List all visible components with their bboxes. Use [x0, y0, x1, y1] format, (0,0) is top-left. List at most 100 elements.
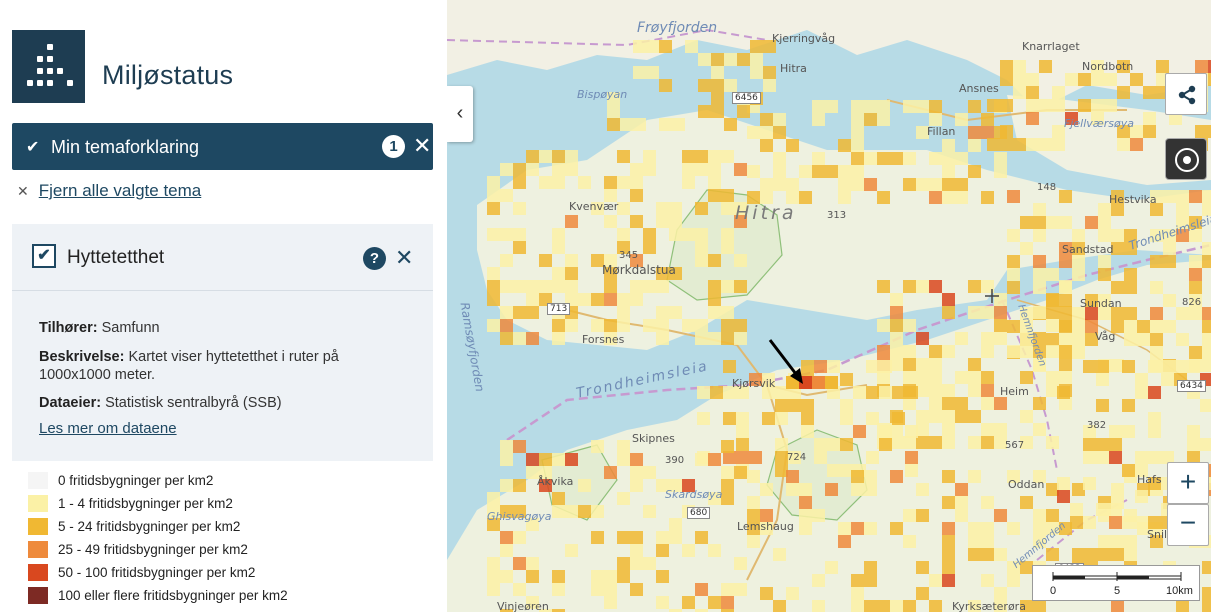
density-cell	[1163, 255, 1176, 268]
density-cell	[591, 293, 604, 306]
zoom-in-button[interactable]: +	[1167, 462, 1209, 504]
density-cell	[799, 496, 812, 509]
miljostatus-logo-icon[interactable]	[12, 30, 85, 103]
density-cell	[724, 53, 737, 66]
density-cell	[734, 466, 747, 479]
density-cell	[763, 66, 776, 79]
density-cell	[1189, 190, 1202, 203]
remove-all-themes[interactable]: ✕ Fjern alle valgte tema	[17, 181, 201, 201]
density-cell	[968, 535, 981, 548]
density-cell	[851, 178, 864, 191]
density-cell	[539, 280, 552, 293]
density-cell	[487, 293, 500, 306]
density-cell	[711, 79, 724, 92]
density-cell	[682, 596, 695, 609]
density-cell	[565, 453, 578, 466]
density-cell	[942, 293, 955, 306]
density-cell	[1083, 516, 1096, 529]
help-icon[interactable]: ?	[363, 247, 386, 270]
zoom-out-button[interactable]: −	[1167, 504, 1209, 546]
density-cell	[1046, 216, 1059, 229]
density-cell	[617, 293, 630, 306]
remove-all-link[interactable]: Fjern alle valgte tema	[39, 181, 202, 200]
density-cell	[929, 436, 942, 449]
layer-checkbox[interactable]: ✔	[32, 244, 56, 268]
my-location-button[interactable]	[1165, 138, 1207, 180]
density-cell	[799, 522, 812, 535]
density-cell	[1033, 268, 1046, 281]
density-cell	[1163, 242, 1176, 255]
share-button[interactable]	[1165, 73, 1207, 115]
density-cell	[801, 360, 814, 373]
density-cell	[578, 505, 591, 518]
density-cell	[669, 202, 682, 215]
density-cell	[565, 544, 578, 557]
collapse-sidebar-button[interactable]: ‹	[447, 86, 473, 142]
density-cell	[968, 126, 981, 139]
density-cell	[1039, 138, 1052, 151]
density-cell	[905, 425, 918, 438]
density-cell	[604, 293, 617, 306]
density-cell	[591, 440, 604, 453]
density-cell	[1059, 319, 1072, 332]
density-cell	[620, 118, 633, 131]
map-label: Frøyfjorden	[637, 20, 718, 36]
density-cell	[929, 345, 942, 358]
close-theme-bar-icon[interactable]: ✕	[413, 133, 431, 159]
density-cell	[825, 165, 838, 178]
density-cell	[633, 66, 646, 79]
density-cell	[942, 561, 955, 574]
share-icon	[1178, 85, 1196, 105]
density-cell	[1007, 229, 1020, 242]
density-cell	[1122, 464, 1135, 477]
density-cell	[643, 228, 656, 241]
close-layer-icon[interactable]: ✕	[395, 245, 413, 271]
density-cell	[1000, 125, 1013, 138]
density-cell	[929, 384, 942, 397]
density-cell	[500, 440, 513, 453]
density-cell	[1187, 438, 1200, 451]
app-logo-text[interactable]: Miljøstatus	[102, 60, 233, 91]
density-cell	[981, 191, 994, 204]
density-cell	[697, 386, 710, 399]
density-cell	[877, 345, 890, 358]
density-cell	[851, 574, 864, 587]
density-cell	[734, 332, 747, 345]
density-cell	[578, 293, 591, 306]
density-cell	[1174, 360, 1187, 373]
density-cell	[994, 293, 1007, 306]
description-label: Beskrivelse:	[39, 349, 125, 365]
density-cell	[812, 376, 825, 389]
density-cell	[487, 267, 500, 280]
density-cell	[1200, 438, 1211, 451]
density-cell	[760, 178, 773, 191]
density-cell	[500, 453, 513, 466]
density-cell	[682, 544, 695, 557]
density-cell	[749, 451, 762, 464]
theme-explanation-bar[interactable]: ✔ Min temaforklaring 1 ✕	[12, 123, 433, 170]
density-cell	[877, 319, 890, 332]
density-cell	[1083, 477, 1096, 490]
density-cell	[763, 79, 776, 92]
density-cell	[929, 358, 942, 371]
density-cell	[942, 470, 955, 483]
layer-card-header: ✔ Hyttetetthet ? ✕	[12, 224, 433, 291]
density-cell	[1007, 345, 1020, 358]
density-cell	[1117, 86, 1130, 99]
density-cell	[773, 152, 786, 165]
read-more-link[interactable]: Les mer om dataene	[39, 420, 177, 437]
map-label: Kvenvær	[569, 200, 619, 213]
density-cell	[942, 139, 955, 152]
density-cell	[877, 152, 890, 165]
density-cell	[604, 280, 617, 293]
density-cell	[695, 319, 708, 332]
density-cell	[1122, 516, 1135, 529]
density-cell	[1052, 99, 1065, 112]
map-label: Nordbotn	[1082, 60, 1134, 73]
density-cell	[994, 397, 1007, 410]
density-cell	[526, 280, 539, 293]
density-cell	[981, 306, 994, 319]
density-cell	[942, 496, 955, 509]
density-cell	[1104, 99, 1117, 112]
map-view[interactable]: Frøyfjorden Kjerringvåg Knarrlaget Nordb…	[447, 0, 1211, 612]
